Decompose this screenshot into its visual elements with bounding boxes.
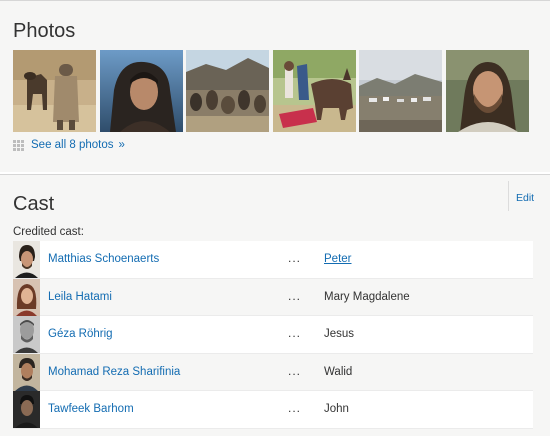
actor-headshot[interactable] <box>13 241 40 278</box>
see-all-arrow: » <box>118 139 125 151</box>
photos-heading: Photos <box>13 20 76 42</box>
actor-headshot[interactable] <box>13 391 40 428</box>
actor-name-link[interactable]: Leila Hatami <box>48 291 112 303</box>
cast-ellipsis: ... <box>288 251 302 265</box>
cast-row: Géza Röhrig ... Jesus <box>13 316 533 354</box>
headshot-barhom-icon <box>13 391 40 428</box>
cast-ellipsis: ... <box>288 326 302 340</box>
cast-ellipsis: ... <box>288 401 302 415</box>
cast-section: Cast Edit Credited cast: Matthias Schoen… <box>0 174 550 436</box>
edit-divider <box>508 181 509 211</box>
cast-row: Tawfeek Barhom ... John <box>13 391 533 429</box>
photo-closeup-long-hair-icon <box>100 50 183 132</box>
photo-thumbnail-3[interactable] <box>186 50 269 132</box>
photo-thumbnail-1[interactable] <box>13 50 96 132</box>
headshot-sharifinia-icon <box>13 353 40 391</box>
credited-cast-label: Credited cast: <box>13 226 84 238</box>
photo-man-with-donkey-icon <box>13 50 96 132</box>
actor-headshot[interactable] <box>13 316 40 353</box>
character-name-link[interactable]: Peter <box>324 253 352 265</box>
photo-thumbnail-2[interactable] <box>100 50 183 132</box>
photo-thumbnail-6[interactable] <box>446 50 529 132</box>
grid-icon <box>13 139 24 151</box>
character-name: Mary Magdalene <box>324 290 410 303</box>
see-all-photos: See all 8 photos » <box>13 138 125 152</box>
edit-cast-link[interactable]: Edit <box>516 192 534 204</box>
photos-section: Photos See all 8 photos » <box>0 0 550 172</box>
actor-name-link[interactable]: Matthias Schoenaerts <box>48 253 159 265</box>
cast-list: Matthias Schoenaerts ... Peter Leila Hat… <box>13 241 533 429</box>
headshot-rohrig-icon <box>13 316 40 353</box>
photo-desert-camp-icon <box>359 50 442 132</box>
cast-row: Leila Hatami ... Mary Magdalene <box>13 278 533 316</box>
actor-name-link[interactable]: Tawfeek Barhom <box>48 403 134 415</box>
character-name: Jesus <box>324 328 355 340</box>
character-name: Walid <box>324 365 353 378</box>
photo-seated-crowd-icon <box>186 50 269 132</box>
photo-thumbnail-5[interactable] <box>359 50 442 132</box>
cast-ellipsis: ... <box>288 363 302 378</box>
see-all-photos-link[interactable]: See all 8 photos <box>31 139 113 151</box>
cast-row: Mohamad Reza Sharifinia ... Walid <box>13 353 533 391</box>
headshot-schoenaerts-icon <box>13 241 40 278</box>
photo-thumbnail-4[interactable] <box>273 50 356 132</box>
actor-name-link[interactable]: Mohamad Reza Sharifinia <box>48 366 180 378</box>
actor-headshot[interactable] <box>13 278 40 316</box>
photo-bearded-portrait-icon <box>446 50 529 132</box>
character-name: John <box>324 403 349 415</box>
cast-row: Matthias Schoenaerts ... Peter <box>13 241 533 279</box>
cast-heading: Cast <box>13 193 55 215</box>
actor-name-link[interactable]: Géza Röhrig <box>48 328 113 340</box>
actor-headshot[interactable] <box>13 353 40 391</box>
photo-donkey-on-cloth-icon <box>273 50 356 132</box>
headshot-hatami-icon <box>13 278 40 316</box>
cast-ellipsis: ... <box>288 288 302 303</box>
